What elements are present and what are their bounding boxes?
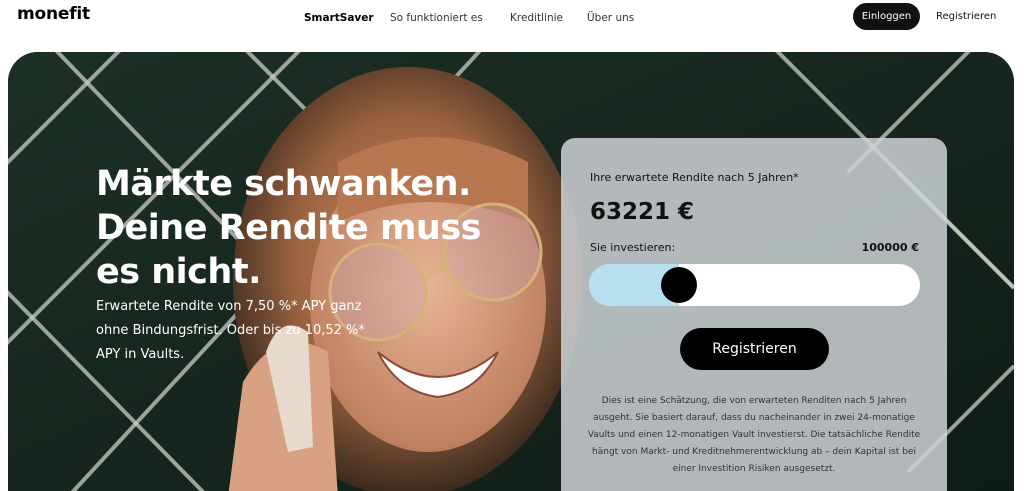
login-button[interactable]: Einloggen: [853, 3, 920, 30]
register-button[interactable]: Registrieren: [680, 328, 829, 370]
slider-thumb[interactable]: [661, 267, 697, 303]
monefit-logo[interactable]: monefit: [17, 4, 90, 24]
return-calculator-card: Ihre erwartete Rendite nach 5 Jahren* 63…: [561, 138, 947, 491]
site-header: monefit SmartSaver So funktioniert es Kr…: [0, 0, 1024, 40]
headline-line-1: Märkte schwanken.: [96, 164, 471, 204]
nav-item-smartsaver[interactable]: SmartSaver: [304, 12, 374, 24]
register-link[interactable]: Registrieren: [936, 11, 996, 22]
expected-return-amount: 63221 €: [590, 199, 695, 225]
headline-line-2: Deine Rendite muss: [96, 208, 482, 248]
nav-item-kreditlinie[interactable]: Kreditlinie: [510, 12, 563, 24]
investment-label: Sie investieren:: [590, 241, 676, 254]
expected-return-label: Ihre erwartete Rendite nach 5 Jahren*: [590, 171, 799, 184]
investment-slider[interactable]: [589, 264, 920, 306]
nav-item-ueber-uns[interactable]: Über uns: [587, 12, 634, 24]
hero-section: Märkte schwanken. Deine Rendite muss es …: [8, 52, 1014, 491]
investment-value: 100000 €: [861, 241, 919, 254]
headline-line-3: es nicht.: [96, 252, 261, 292]
disclaimer-text: Dies ist eine Schätzung, die von erwarte…: [587, 396, 921, 474]
hero-subtext: Erwartete Rendite von 7,50 %* APY ganz o…: [96, 299, 365, 362]
hero-headline: Märkte schwanken. Deine Rendite muss es …: [96, 162, 496, 294]
nav-item-so-funktioniert-es[interactable]: So funktioniert es: [390, 12, 483, 24]
